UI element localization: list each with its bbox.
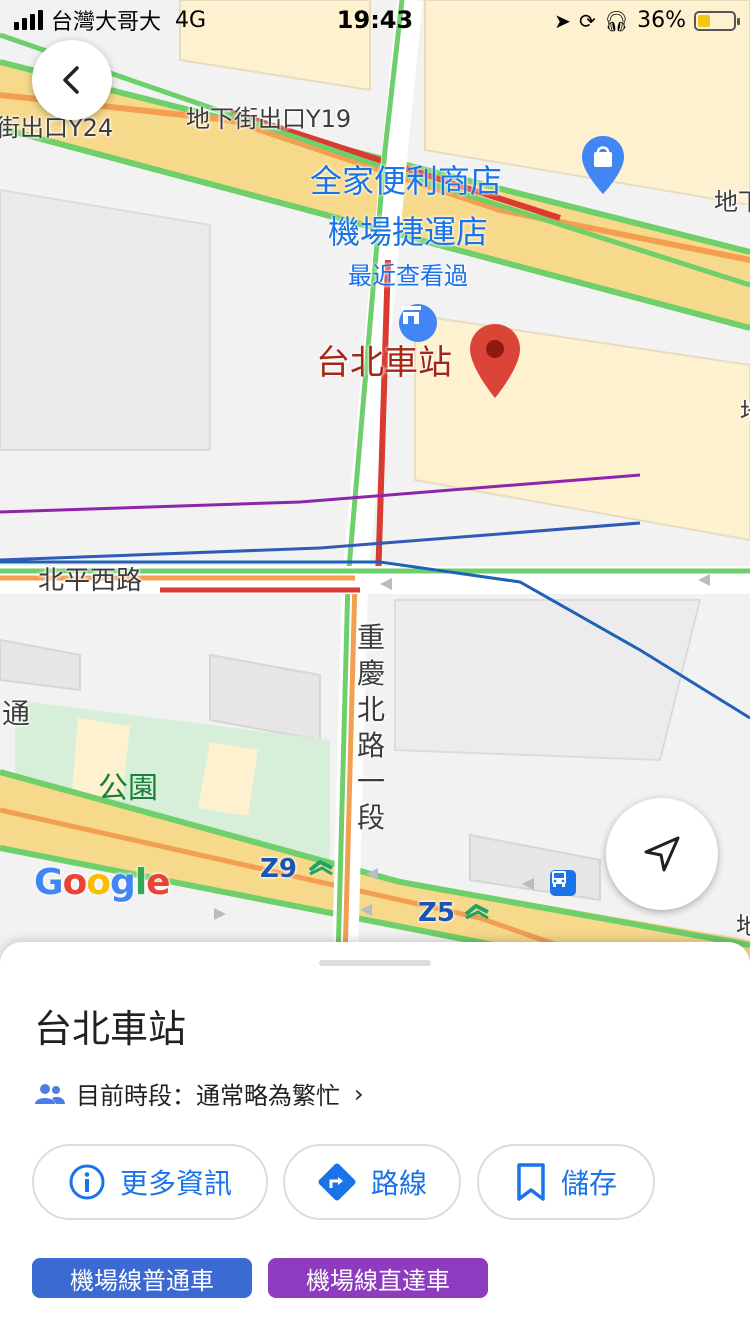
bookmark-icon [517,1163,545,1201]
selected-place-label[interactable]: 台北車站 [316,346,452,380]
busyness-text: 目前時段：通常略為繁忙 [76,1082,340,1110]
navigation-arrow-icon [644,836,680,872]
battery-percent: 36% [637,8,686,33]
status-bar: 台灣大哥大 4G 19:43 ➤ ⟳ 🎧︎ 36% [0,0,750,40]
bus-stop-icon[interactable] [550,870,576,896]
map-label-edge-di: 地 [740,400,750,424]
directions-button[interactable]: 路線 [283,1144,461,1220]
road-label-chongqing: 重慶北路一段 [356,621,385,834]
directions-label: 路線 [370,1167,427,1200]
road-label-beiping: 北平西路 [38,566,143,596]
place-title: 台北車站 [34,1007,187,1051]
back-arrow-icon [63,66,79,94]
poi-store-name-line2[interactable]: 機場捷運店 [328,216,488,248]
poi-store-name-line1[interactable]: 全家便利商店 [310,165,502,197]
headphones-icon: 🎧︎ [603,8,630,33]
back-button[interactable] [32,40,112,120]
transit-chip-airport-express[interactable]: 機場線直達車 [268,1258,488,1298]
metro-logo-icon [308,858,334,880]
sheet-drag-handle[interactable] [319,960,431,966]
map-label-edge-di-bottom: 地 [736,912,750,940]
map-label-edge-dixia: 地下 [714,188,750,216]
more-info-label: 更多資訊 [119,1167,232,1200]
transit-chip-airport-commuter[interactable]: 機場線普通車 [32,1258,252,1298]
metro-logo-icon [464,902,490,924]
chevron-right-icon: › [354,1079,364,1108]
info-icon [69,1164,105,1200]
directions-icon [318,1163,356,1201]
map-label-edge-tong: 通 [2,697,31,730]
place-bottom-sheet[interactable]: 台北車站 目前時段：通常略為繁忙 › 更多資訊 路線 儲存 機場線普通車 機場線… [0,942,750,1334]
busyness-row[interactable]: 目前時段：通常略為繁忙 › [34,1076,364,1111]
station-label-z5[interactable]: Z5 [418,898,455,928]
station-label-z9[interactable]: Z9 [260,854,297,884]
google-logo: Google [34,862,171,903]
rotation-lock-icon: ⟳ [578,8,596,33]
save-button[interactable]: 儲存 [477,1144,655,1220]
my-location-button[interactable] [606,798,718,910]
station-icon[interactable] [399,304,437,342]
more-info-button[interactable]: 更多資訊 [32,1144,268,1220]
map-label-exit-y24: 街出口Y24 [0,114,114,142]
park-label: 公園 [98,771,158,806]
map-label-exit-y19: 地下街出口Y19 [186,105,352,133]
save-label: 儲存 [560,1167,617,1200]
people-icon [35,1083,65,1104]
battery-icon [694,10,740,31]
recently-viewed-label: 最近查看過 [348,262,468,290]
location-arrow-icon: ➤ [554,8,571,33]
